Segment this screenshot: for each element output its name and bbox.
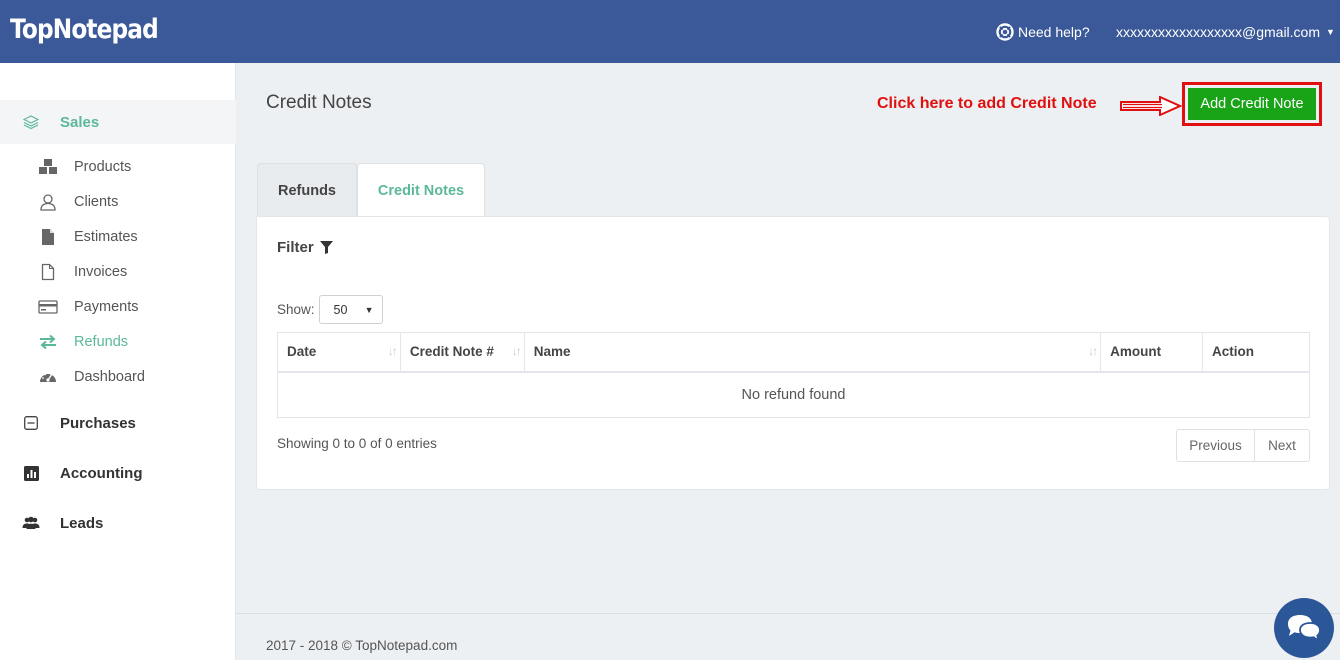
column-header-amount: Amount	[1100, 332, 1204, 373]
users-icon	[22, 514, 40, 532]
sidebar-item-estimates[interactable]: Estimates	[38, 222, 138, 252]
add-credit-note-highlight: Add Credit Note	[1182, 82, 1322, 126]
table-header-row: Date ↓↑ Credit Note # ↓↑ Name ↓↑ Amount Act…	[277, 332, 1310, 373]
previous-page-button[interactable]: Previous	[1176, 429, 1255, 462]
lifebuoy-icon	[996, 23, 1014, 41]
user-menu[interactable]: xxxxxxxxxxxxxxxxxx@gmail.com ▼	[1116, 20, 1335, 44]
sidebar-item-purchases-label: Purchases	[60, 414, 136, 432]
pagination: Previous Next	[1176, 429, 1310, 462]
sidebar-item-label: Payments	[74, 299, 139, 315]
need-help-link[interactable]: Need help?	[996, 20, 1090, 44]
sidebar-item-products[interactable]: Products	[38, 152, 131, 182]
tab-refunds[interactable]: Refunds	[257, 163, 357, 217]
user-email: xxxxxxxxxxxxxxxxxx@gmail.com	[1116, 24, 1321, 40]
page-size-control: Show: 50 ▼	[277, 295, 383, 324]
sidebar-item-label: Estimates	[74, 229, 138, 245]
table-row: No refund found	[277, 371, 1310, 418]
column-header-name[interactable]: Name ↓↑	[523, 332, 1102, 373]
credit-notes-panel: Filter Show: 50 ▼ Date ↓↑ Credit Note # ↓↑…	[256, 216, 1330, 490]
need-help-label: Need help?	[1018, 24, 1090, 40]
bar-chart-icon	[22, 464, 40, 482]
column-header-credit-note-number[interactable]: Credit Note # ↓↑	[399, 332, 525, 373]
sidebar-item-leads-label: Leads	[60, 514, 104, 532]
caret-down-icon: ▼	[1326, 27, 1335, 37]
file-icon	[38, 228, 58, 246]
sidebar-item-clients[interactable]: Clients	[38, 187, 118, 217]
page-size-select[interactable]: 50 ▼	[318, 295, 383, 324]
sidebar-item-label: Refunds	[74, 334, 129, 350]
empty-table-message: No refund found	[277, 371, 1310, 418]
chat-widget-button[interactable]	[1274, 598, 1334, 658]
sidebar-item-purchases[interactable]: Purchases	[0, 401, 236, 445]
dashboard-gauge-icon	[38, 368, 58, 386]
top-bar: TopNotepad Need help? xxxxxxxxxxxxxxxxxx…	[0, 0, 1340, 63]
sort-icon: ↓↑	[1088, 344, 1098, 358]
column-header-date[interactable]: Date ↓↑	[277, 332, 401, 373]
sidebar-item-invoices[interactable]: Invoices	[38, 257, 127, 287]
sort-icon: ↓↑	[387, 344, 398, 358]
column-header-action: Action	[1202, 332, 1310, 373]
callout-annotation: Click here to add Credit Note	[877, 95, 1097, 112]
credit-card-icon	[38, 298, 58, 316]
footer-divider	[236, 613, 1340, 614]
credit-notes-table: Date ↓↑ Credit Note # ↓↑ Name ↓↑ Amount Act…	[277, 332, 1310, 418]
minus-square-icon	[22, 414, 40, 432]
sidebar-item-accounting[interactable]: Accounting	[0, 451, 236, 495]
filter-funnel-icon	[319, 241, 333, 254]
sidebar-item-accounting-label: Accounting	[60, 464, 143, 482]
arrow-right-icon	[1120, 96, 1182, 116]
sidebar-item-sales[interactable]: Sales	[0, 100, 236, 144]
caret-down-icon: ▼	[364, 304, 374, 315]
filter-label: Filter	[277, 239, 314, 256]
next-page-button[interactable]: Next	[1255, 429, 1310, 462]
logo[interactable]: TopNotepad	[10, 12, 159, 48]
sidebar-item-label: Invoices	[74, 264, 128, 280]
sidebar-item-label: Dashboard	[74, 369, 145, 385]
footer-copyright: 2017 - 2018 © TopNotepad.com	[266, 638, 458, 653]
file-outline-icon	[38, 263, 58, 281]
exchange-icon	[38, 333, 58, 351]
chat-bubbles-icon	[1288, 615, 1321, 643]
sidebar-item-refunds[interactable]: Refunds	[38, 327, 128, 357]
sidebar-item-payments[interactable]: Payments	[38, 292, 138, 322]
sidebar: Sales Products Clients Estimates Invoice…	[0, 63, 236, 660]
cubes-icon	[38, 158, 58, 176]
sidebar-item-dashboard[interactable]: Dashboard	[38, 362, 145, 392]
entries-info: Showing 0 to 0 of 0 entries	[277, 436, 437, 451]
sidebar-item-label: Clients	[74, 194, 119, 210]
sort-icon: ↓↑	[511, 344, 522, 358]
add-credit-note-button[interactable]: Add Credit Note	[1188, 88, 1316, 120]
sidebar-item-leads[interactable]: Leads	[0, 501, 236, 545]
sidebar-item-label: Products	[74, 159, 132, 175]
sidebar-item-sales-label: Sales	[60, 113, 100, 131]
tab-bar: Refunds Credit Notes	[257, 163, 485, 217]
tab-credit-notes[interactable]: Credit Notes	[357, 163, 485, 217]
filter-toggle[interactable]: Filter	[277, 239, 333, 256]
page-title: Credit Notes	[266, 92, 372, 113]
page-size-value: 50	[333, 302, 348, 317]
layers-icon	[22, 113, 40, 131]
user-icon	[38, 193, 58, 211]
show-label: Show:	[277, 302, 315, 317]
